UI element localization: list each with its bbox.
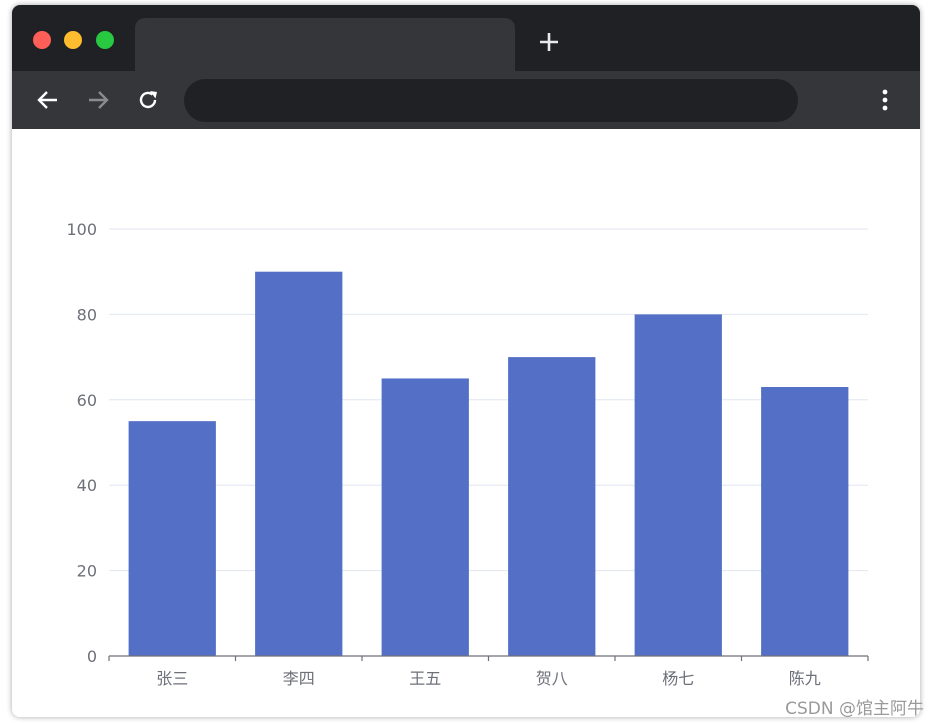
active-tab[interactable] <box>135 18 515 71</box>
y-tick-label: 20 <box>77 562 97 581</box>
toolbar <box>12 71 920 129</box>
arrow-left-icon <box>37 91 57 109</box>
reload-button[interactable] <box>134 86 162 114</box>
menu-button[interactable] <box>872 85 898 115</box>
y-tick-label: 80 <box>77 305 97 324</box>
close-dot-icon[interactable] <box>33 31 51 49</box>
arrow-right-icon <box>89 91 109 109</box>
x-tick-label: 王五 <box>409 669 441 688</box>
forward-button[interactable] <box>84 86 112 114</box>
browser-window: 0 20 40 60 80 100 张三 李四 王五 贺八 杨七 陈九 <box>12 5 920 717</box>
address-bar[interactable] <box>184 79 798 122</box>
kebab-menu-icon <box>882 89 888 111</box>
bar <box>255 271 343 656</box>
bar <box>508 357 596 656</box>
y-tick-label: 60 <box>77 391 97 410</box>
x-tick-label: 陈九 <box>789 669 821 688</box>
y-tick-label: 40 <box>77 476 97 495</box>
x-tick-label: 李四 <box>283 669 315 688</box>
plus-icon <box>540 33 558 51</box>
reload-icon <box>139 91 157 109</box>
bar-chart: 0 20 40 60 80 100 张三 李四 王五 贺八 杨七 陈九 <box>66 220 869 688</box>
x-tick-label: 贺八 <box>536 669 568 688</box>
page-content: 0 20 40 60 80 100 张三 李四 王五 贺八 杨七 陈九 <box>12 129 920 717</box>
y-tick-label: 100 <box>66 220 97 239</box>
bar <box>761 386 849 656</box>
minimize-dot-icon[interactable] <box>64 31 82 49</box>
x-tick-label: 张三 <box>156 669 188 688</box>
bar <box>128 421 216 656</box>
new-tab-button[interactable] <box>536 29 562 55</box>
back-button[interactable] <box>34 86 62 114</box>
x-tick-label: 杨七 <box>662 669 694 688</box>
bar <box>381 378 469 656</box>
bar <box>634 314 722 656</box>
watermark-text: CSDN @馆主阿牛 <box>785 699 924 719</box>
tab-bar <box>12 5 920 71</box>
y-tick-label: 0 <box>87 647 97 666</box>
maximize-dot-icon[interactable] <box>96 31 114 49</box>
